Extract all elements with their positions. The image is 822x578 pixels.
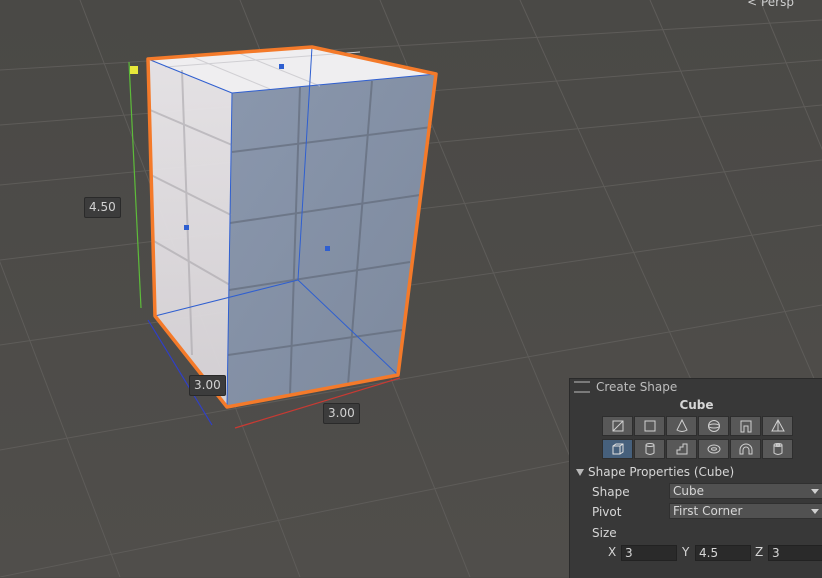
panel-header[interactable]: Create Shape [570,379,822,395]
height-handle[interactable] [130,66,138,74]
size-vector-row: X 3 Y 4.5 Z 3 [570,545,822,563]
shape-dropdown[interactable]: Cube [669,483,822,499]
cube-icon[interactable] [602,439,633,459]
section-title: Shape Properties (Cube) [588,465,735,479]
cube-object[interactable] [146,45,438,409]
shape-buttons-row-2 [570,439,822,459]
shape-label: Shape [592,485,630,499]
shape-dropdown-value: Cube [673,484,704,498]
foldout-arrow-icon[interactable] [576,468,584,476]
size-x-field[interactable]: 3 [621,545,677,561]
height-dimension-label: 4.50 [84,197,121,218]
cylinder-icon[interactable] [634,439,665,459]
pivot-row: Pivot First Corner [570,503,822,521]
size-y-label: Y [682,545,690,559]
arch-icon[interactable] [730,439,761,459]
size-label: Size [592,526,617,540]
camera-mode-label[interactable]: < Persp [747,0,794,9]
chevron-down-icon [811,509,819,514]
pivot-label: Pivot [592,505,622,519]
shape-properties-foldout[interactable]: Shape Properties (Cube) [570,464,822,480]
arch-door-icon[interactable] [730,416,761,436]
size-z-label: Z [755,545,764,559]
prism-icon[interactable] [762,416,793,436]
drag-grip-icon[interactable] [574,381,590,393]
pivot-dropdown-value: First Corner [673,504,743,518]
pivot-dropdown[interactable]: First Corner [669,503,822,519]
width-dimension-label: 3.00 [323,403,360,424]
size-z-field[interactable]: 3 [768,545,822,561]
plane-icon[interactable] [602,416,633,436]
create-shape-panel: Create Shape Cube Shape Properties (Cube… [569,378,822,578]
stairs-icon[interactable] [666,439,697,459]
depth-dimension-label: 3.00 [189,375,226,396]
size-y-field[interactable]: 4.5 [695,545,751,561]
quad-icon[interactable] [634,416,665,436]
shape-buttons-row-1 [570,416,822,436]
sphere-icon[interactable] [698,416,729,436]
torus-icon[interactable] [698,439,729,459]
size-row: Size [570,524,822,542]
shape-name: Cube [679,398,714,412]
shape-row: Shape Cube [570,483,822,501]
panel-title: Create Shape [596,380,678,394]
cone-icon[interactable] [666,416,697,436]
chevron-down-icon [811,489,819,494]
pipe-icon[interactable] [762,439,793,459]
size-x-label: X [608,545,617,559]
